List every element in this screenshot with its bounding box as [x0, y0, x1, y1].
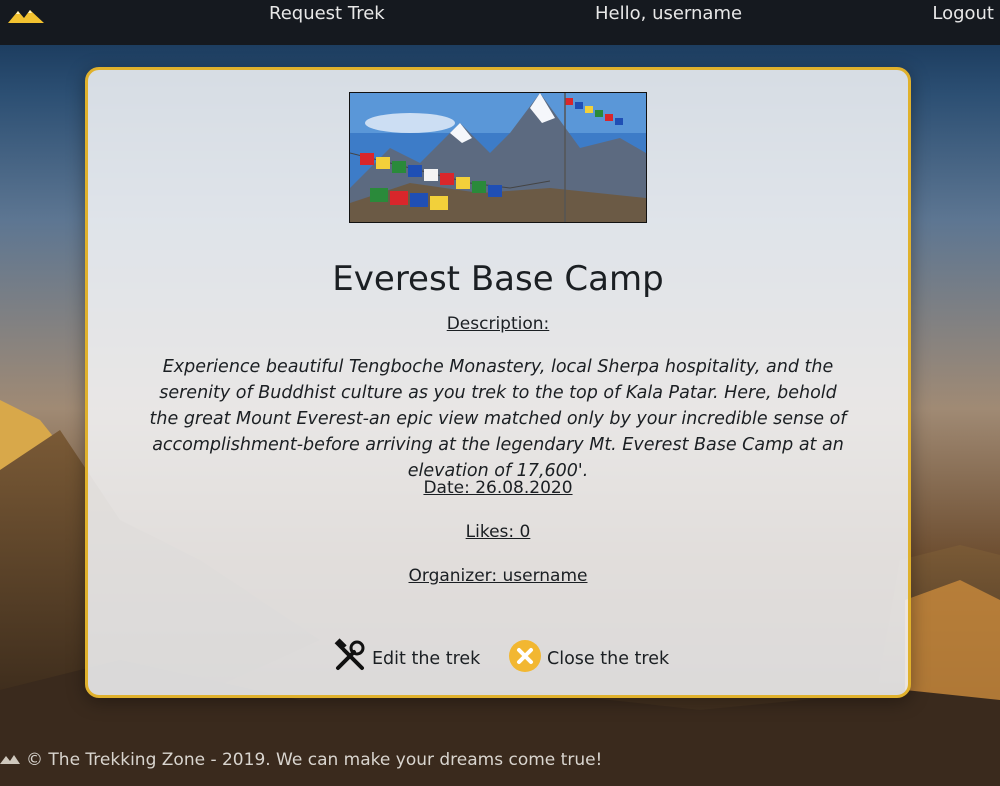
edit-trek-label: Edit the trek — [372, 648, 481, 669]
trek-actions: Edit the trek Close the trek — [88, 638, 908, 678]
trek-photo — [349, 92, 647, 223]
trek-likes[interactable]: Likes: 0 — [88, 522, 908, 542]
trek-organizer[interactable]: Organizer: username — [88, 566, 908, 586]
tools-icon — [332, 638, 368, 679]
page-footer: © The Trekking Zone - 2019. We can make … — [0, 750, 602, 770]
mountain-logo-icon — [0, 750, 20, 770]
close-trek-label: Close the trek — [547, 648, 670, 669]
trek-description: Experience beautiful Tengboche Monastery… — [149, 357, 847, 481]
request-trek-link[interactable]: Request Trek — [269, 3, 385, 24]
footer-text: © The Trekking Zone - 2019. We can make … — [26, 750, 603, 770]
top-navbar: Request Trek Hello, username Logout — [0, 0, 1000, 45]
trek-detail-card: Everest Base Camp Description: Experienc… — [85, 67, 911, 698]
trek-title: Everest Base Camp — [332, 259, 664, 299]
description-label: Description: — [446, 314, 550, 334]
logout-link[interactable]: Logout — [932, 3, 994, 24]
mountain-logo-icon[interactable] — [8, 7, 44, 29]
close-trek-button[interactable]: Close the trek — [507, 638, 669, 679]
user-greeting: Hello, username — [595, 3, 743, 24]
close-circle-icon — [507, 638, 543, 679]
edit-trek-button[interactable]: Edit the trek — [332, 638, 480, 679]
trek-date: Date: 26.08.2020 — [423, 478, 573, 498]
